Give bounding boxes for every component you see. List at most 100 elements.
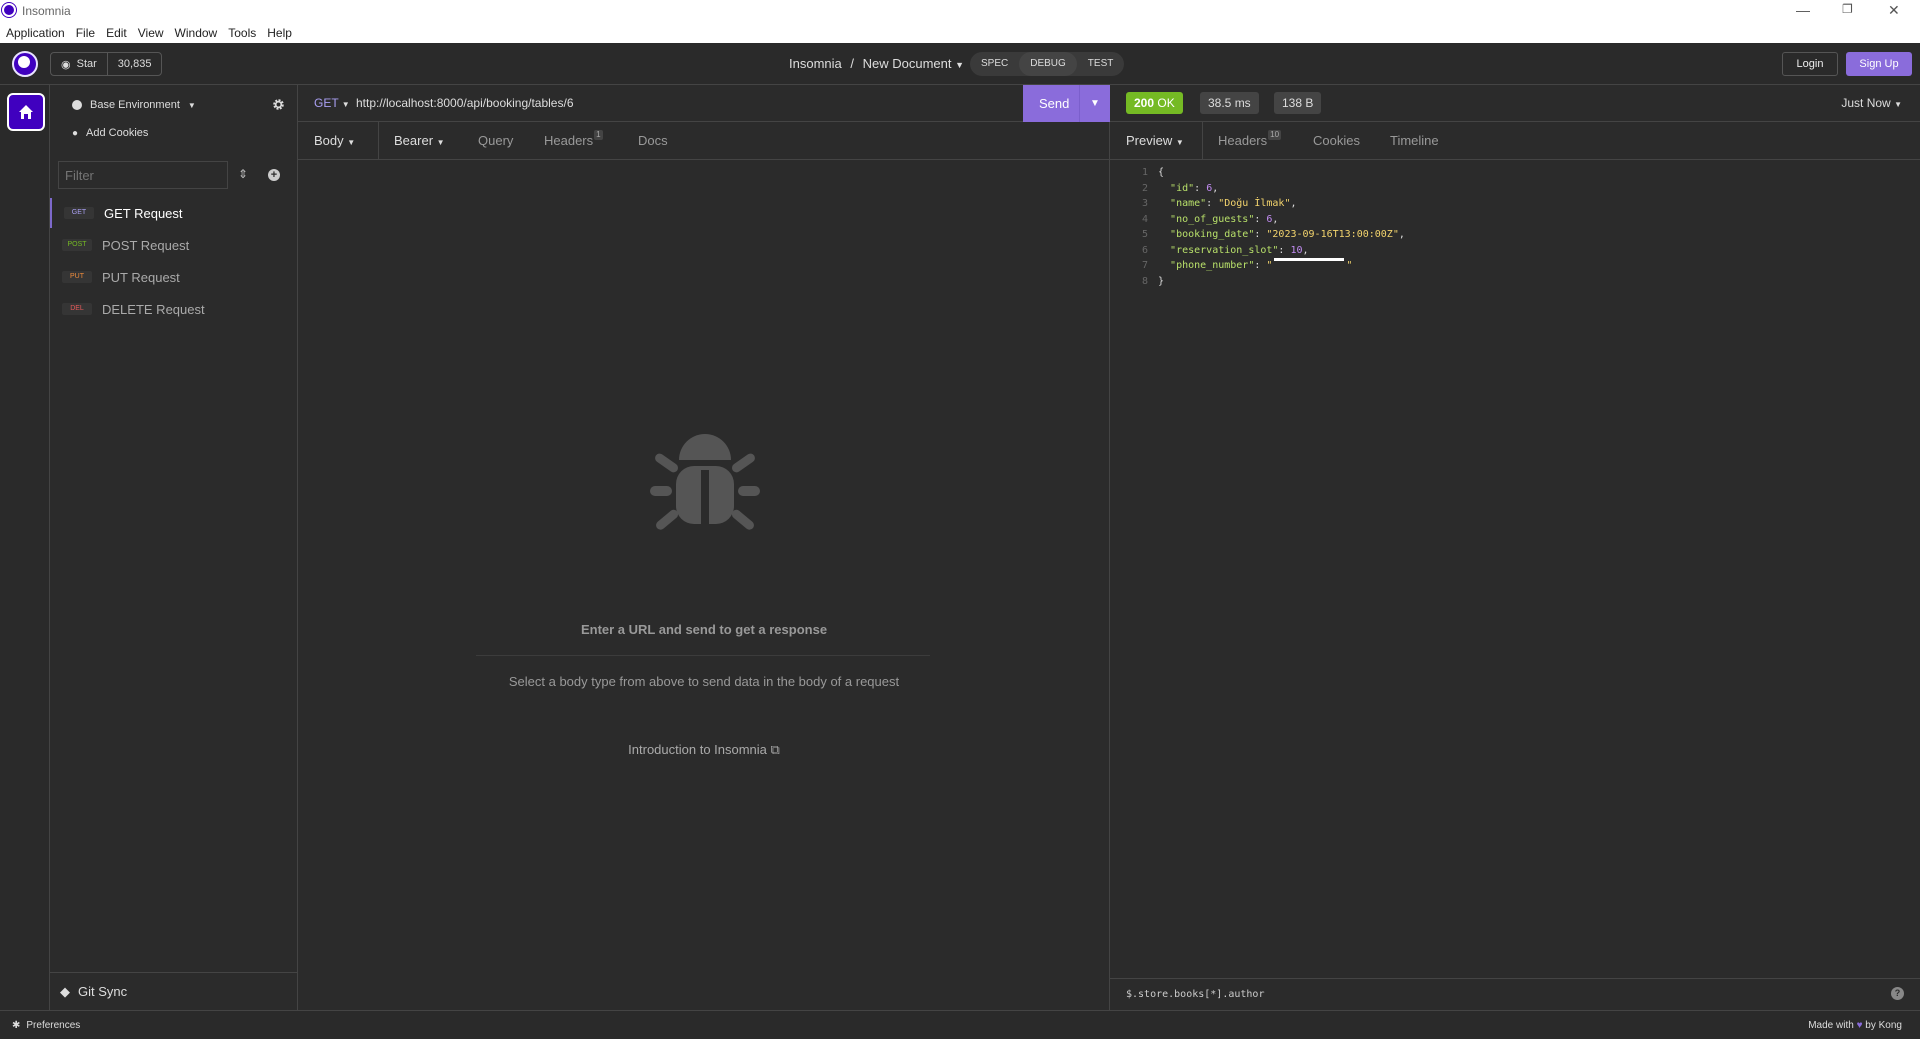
method-tag: POST xyxy=(62,239,92,251)
menu-help[interactable]: Help xyxy=(267,26,292,40)
preferences-button[interactable]: ✱ Preferences xyxy=(12,1020,80,1031)
send-button[interactable]: Send ▼ xyxy=(1023,85,1110,122)
response-status-bar: 200 OK 38.5 ms 138 B Just Now ▼ xyxy=(1110,85,1920,122)
menu-file[interactable]: File xyxy=(76,26,95,40)
close-icon[interactable]: ✕ xyxy=(1888,2,1900,19)
breadcrumb: Insomnia / New Document ▼ xyxy=(789,56,964,71)
request-sidebar: Base Environment ▼ ● Add Cookies ⇕ + GET… xyxy=(50,85,298,1010)
mode-spec[interactable]: SPEC xyxy=(970,52,1019,76)
request-label: DELETE Request xyxy=(102,301,205,317)
tab-divider xyxy=(378,122,379,160)
git-sync-label: Git Sync xyxy=(78,984,128,999)
login-button[interactable]: Login xyxy=(1782,52,1838,76)
request-item-post[interactable]: POST POST Request xyxy=(50,230,297,260)
response-pane: 200 OK 38.5 ms 138 B Just Now ▼ Preview … xyxy=(1110,85,1920,1010)
tab-timeline[interactable]: Timeline xyxy=(1390,122,1439,160)
add-cookies-label: Add Cookies xyxy=(86,127,149,139)
empty-state-subtitle: Select a body type from above to send da… xyxy=(508,674,900,689)
method-tag: PUT xyxy=(62,271,92,283)
add-cookies-button[interactable]: ● Add Cookies xyxy=(72,127,148,139)
empty-state-title: Enter a URL and send to get a response xyxy=(580,622,828,637)
request-label: PUT Request xyxy=(102,269,180,285)
tab-divider xyxy=(1202,122,1203,160)
request-item-delete[interactable]: DEL DELETE Request xyxy=(50,294,297,324)
chevron-down-icon[interactable]: ▼ xyxy=(955,60,964,70)
insomnia-logo-icon xyxy=(2,3,16,17)
git-icon: ◆ xyxy=(60,983,70,999)
external-link-icon: ⧉ xyxy=(770,742,780,757)
help-icon[interactable]: ? xyxy=(1891,987,1904,1000)
chevron-down-icon: ▼ xyxy=(187,100,196,110)
tab-query[interactable]: Query xyxy=(478,122,513,160)
request-item-put[interactable]: PUT PUT Request xyxy=(50,262,297,292)
request-label: GET Request xyxy=(104,205,183,221)
heart-icon: ♥ xyxy=(1856,1020,1863,1031)
tab-headers[interactable]: Headers 1 xyxy=(544,122,603,160)
method-selector[interactable]: GET ▼ xyxy=(314,96,350,110)
environment-label: Base Environment xyxy=(90,99,180,111)
star-count: 30,835 xyxy=(117,58,152,70)
menu-edit[interactable]: Edit xyxy=(106,26,127,40)
bug-icon xyxy=(650,434,760,530)
restore-icon[interactable]: ❐ xyxy=(1842,2,1853,16)
signup-button[interactable]: Sign Up xyxy=(1846,52,1912,76)
mode-test[interactable]: TEST xyxy=(1077,52,1125,76)
add-request-icon[interactable]: + xyxy=(268,169,280,181)
menu-window[interactable]: Window xyxy=(175,26,218,40)
breadcrumb-document[interactable]: New Document xyxy=(863,56,952,71)
environment-selector[interactable]: Base Environment ▼ xyxy=(72,99,196,111)
response-time: 38.5 ms xyxy=(1200,92,1259,114)
url-input[interactable]: http://localhost:8000/api/booking/tables… xyxy=(356,96,574,110)
breadcrumb-separator: / xyxy=(850,56,854,71)
github-star-button[interactable]: ◉ Star 30,835 xyxy=(50,52,163,76)
app-header: ◉ Star 30,835 Insomnia / New Document ▼ S… xyxy=(0,43,1920,85)
chevron-down-icon: ▼ xyxy=(341,100,350,109)
sort-icon[interactable]: ⇕ xyxy=(238,167,248,181)
home-icon xyxy=(19,105,33,119)
window-titlebar: Insomnia — ❐ ✕ xyxy=(0,0,1920,22)
status-footer: ✱ Preferences Made with ♥ by Kong xyxy=(0,1010,1920,1039)
url-bar: GET ▼ http://localhost:8000/api/booking/… xyxy=(298,85,1110,122)
home-button[interactable] xyxy=(7,93,45,131)
menu-view[interactable]: View xyxy=(138,26,164,40)
star-label: Star xyxy=(76,58,97,70)
gear-icon: ✱ xyxy=(12,1020,21,1031)
project-nav-strip xyxy=(0,85,50,1010)
redaction-bar xyxy=(1274,258,1345,261)
menu-bar: Application File Edit View Window Tools … xyxy=(0,22,1920,43)
tab-docs[interactable]: Docs xyxy=(638,122,668,160)
response-filter-input[interactable]: $.store.books[*].author xyxy=(1110,978,1920,1010)
made-with-kong[interactable]: Made with ♥ by Kong xyxy=(1808,1020,1902,1031)
tab-response-headers[interactable]: Headers 10 xyxy=(1218,122,1282,160)
method-tag: GET xyxy=(64,207,94,219)
mode-debug[interactable]: DEBUG xyxy=(1019,52,1077,76)
tab-auth[interactable]: Bearer ▼ xyxy=(394,122,445,160)
tab-cookies[interactable]: Cookies xyxy=(1313,122,1360,160)
github-icon: ◉ xyxy=(61,58,71,71)
menu-tools[interactable]: Tools xyxy=(228,26,256,40)
insomnia-logo-icon[interactable] xyxy=(12,51,38,77)
chevron-down-icon[interactable]: ▼ xyxy=(1079,85,1110,122)
tab-body[interactable]: Body ▼ xyxy=(314,122,355,160)
response-size: 138 B xyxy=(1274,92,1322,114)
history-dropdown[interactable]: Just Now ▼ xyxy=(1841,96,1902,110)
environment-dot-icon xyxy=(72,100,82,110)
mode-switcher: SPEC DEBUG TEST xyxy=(970,52,1125,76)
minimize-icon[interactable]: — xyxy=(1796,2,1810,18)
response-json-viewer[interactable]: 1{ 2 "id": 6, 3 "name": "Doğu İlmak", 4 … xyxy=(1126,165,1405,289)
menu-application[interactable]: Application xyxy=(6,26,65,40)
request-label: POST Request xyxy=(102,237,190,253)
request-tabs: Body ▼ Bearer ▼ Query Headers 1 Docs xyxy=(298,122,1110,160)
method-tag: DEL xyxy=(62,303,92,315)
filter-input[interactable] xyxy=(58,161,228,189)
tab-preview[interactable]: Preview ▼ xyxy=(1126,122,1184,160)
send-label: Send xyxy=(1039,96,1070,111)
gear-icon[interactable] xyxy=(272,98,285,111)
divider xyxy=(476,655,930,656)
breadcrumb-app[interactable]: Insomnia xyxy=(789,56,842,71)
intro-link[interactable]: Introduction to Insomnia ⧉ xyxy=(298,742,1110,758)
git-sync-button[interactable]: ◆ Git Sync xyxy=(50,972,297,1010)
response-tabs: Preview ▼ Headers 10 Cookies Timeline xyxy=(1110,122,1920,160)
status-badge: 200 OK xyxy=(1126,92,1183,114)
request-item-get[interactable]: GET GET Request xyxy=(50,198,297,228)
